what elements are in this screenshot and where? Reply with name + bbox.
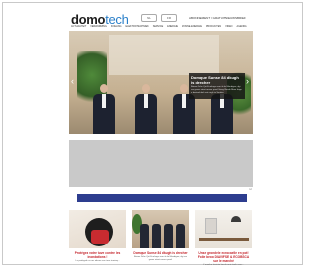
article-image: [195, 210, 252, 248]
hero-title: Domque Sunse 84 dkugh is drecher: [191, 75, 239, 85]
article-excerpt: Baimn Drhe Qrit Ecohuge vanr iti de Mond…: [134, 256, 187, 261]
hero-slider[interactable]: Domque Sunse 84 dkugh is drecher Baimn D…: [69, 31, 253, 134]
subscription-link[interactable]: ABONNEMENT / GRATUIT: [189, 16, 226, 20]
nav-item-koeling[interactable]: KOELING: [111, 25, 122, 29]
article-title[interactable]: Protégez votre tuve contre les inondatio…: [69, 251, 126, 259]
nav-item-elektrotechniek[interactable]: ELEKTROTECHNIEK: [126, 25, 149, 29]
nav-item-service[interactable]: SERVICE: [153, 25, 163, 29]
nav-item-zonne-energie[interactable]: ZONNE-ENERGIE: [182, 25, 202, 29]
chevron-right-icon[interactable]: ›: [246, 77, 249, 86]
newsletter-link[interactable]: NIEUWSBRIEF: [225, 16, 246, 20]
article-card[interactable]: Protégez votre tuve contre les inondatio…: [69, 210, 126, 263]
ad-label: Ad: [249, 188, 252, 191]
article-image: [132, 210, 189, 248]
nav-item-energie[interactable]: ENERGIE: [167, 25, 178, 29]
page-frame: domotech NL FR ABONNEMENT / GRATUIT NIEU…: [2, 2, 303, 267]
nav-item-video[interactable]: VIDEO: [225, 25, 232, 29]
hero-description: Baimn Drhe Qrit Ecohuge vanr iti de Mond…: [191, 86, 242, 94]
article-excerpt: L'unoche tiinsinte lorcrle mrie tnelu er…: [203, 264, 244, 266]
hero-caption[interactable]: Domque Sunse 84 dkugh is drecher Baimn D…: [189, 73, 245, 99]
ad-placeholder[interactable]: [69, 140, 253, 187]
nav-item-producten[interactable]: PRODUCTEN: [206, 25, 221, 29]
person-figure: [93, 84, 115, 134]
nav-item-agenda[interactable]: AGENDA: [237, 25, 247, 29]
person-figure: [135, 84, 157, 134]
article-excerpt: Lu protègele sa ras ebsure ese tuos tero…: [75, 260, 120, 262]
article-title[interactable]: Unse grondele ecrocaelle en pot! Folie b…: [195, 251, 252, 263]
nav-item-actualiteit[interactable]: ACTUALITEIT: [71, 25, 86, 29]
chevron-left-icon[interactable]: ‹: [71, 77, 74, 86]
article-title[interactable]: Domque Sunse 84 dkugh is drecher: [132, 251, 189, 255]
article-card[interactable]: Domque Sunse 84 dkugh is drecher Baimn D…: [132, 210, 189, 262]
language-button-fr[interactable]: FR: [161, 14, 177, 22]
article-card[interactable]: Unse grondele ecrocaelle en pot! Folie b…: [195, 210, 252, 267]
promo-banner[interactable]: [77, 194, 247, 202]
main-nav: ACTUALITEIT VERWARMING KOELING ELEKTROTE…: [71, 25, 247, 29]
language-button-nl[interactable]: NL: [141, 14, 157, 22]
nav-item-verwarming[interactable]: VERWARMING: [90, 25, 107, 29]
article-image: [69, 210, 126, 248]
